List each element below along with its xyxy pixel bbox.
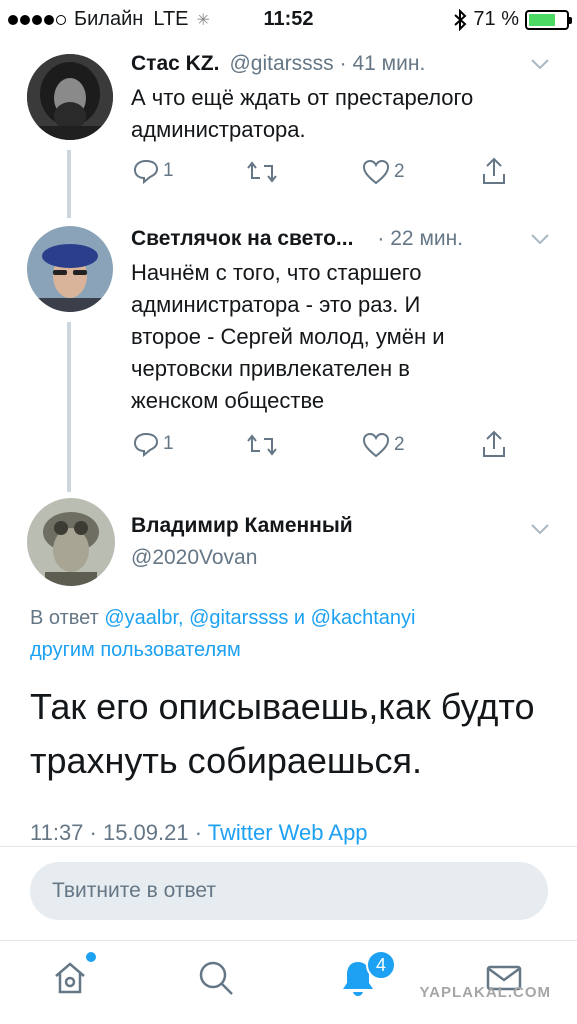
heart-icon <box>362 432 390 458</box>
tweet-timestamp: 11:37 · 15.09.21 · <box>30 820 203 845</box>
like-count: 2 <box>394 161 405 182</box>
thread-connector <box>67 150 71 218</box>
divider <box>0 846 577 847</box>
thread-connector <box>67 322 71 492</box>
tab-bar: 4 <box>0 940 577 1024</box>
tweet-header: Владимир Каменный <box>131 514 353 538</box>
display-name[interactable]: Стас KZ. <box>131 52 219 76</box>
tweet-header: Светлячок на свето... · 22 мин. <box>131 227 463 251</box>
status-right: 71 % <box>453 8 572 31</box>
share-button[interactable] <box>481 156 507 186</box>
heart-icon <box>362 159 390 185</box>
like-button[interactable]: 2 <box>362 159 405 185</box>
avatar[interactable] <box>27 226 113 312</box>
tab-home[interactable] <box>50 952 96 1002</box>
display-name[interactable]: Владимир Каменный <box>131 514 353 538</box>
username[interactable]: @2020Vovan <box>131 546 257 570</box>
tweet-metadata: 11:37 · 15.09.21 · Twitter Web App <box>30 820 368 846</box>
share-button[interactable] <box>481 429 507 459</box>
reply-button[interactable]: 1 <box>133 158 174 184</box>
search-icon <box>199 961 233 995</box>
home-icon <box>55 962 85 994</box>
focused-tweet-text: Так его описываешь,как будто трахнуть со… <box>30 686 535 781</box>
share-icon <box>483 157 505 184</box>
new-content-dot <box>86 952 96 962</box>
reply-icon <box>133 159 159 184</box>
retweet-button[interactable] <box>246 160 278 184</box>
reply-icon <box>133 432 159 457</box>
other-users-link[interactable]: другим пользователям <box>30 639 241 661</box>
battery-percent: 71 % <box>473 8 519 30</box>
chevron-down-icon[interactable] <box>530 57 550 71</box>
avatar[interactable] <box>27 54 113 140</box>
username[interactable]: @gitarssss <box>229 52 333 76</box>
retweet-icon <box>247 161 277 183</box>
mention-link[interactable]: @gitarssss <box>189 607 288 629</box>
replying-to: В ответ @yaalbr, @gitarssss и @kachtanyi… <box>30 607 416 661</box>
reply-count: 1 <box>163 433 174 454</box>
chevron-down-icon[interactable] <box>530 522 550 536</box>
retweet-icon <box>247 434 277 456</box>
tweet-time[interactable]: · 41 мин. <box>340 52 426 76</box>
reply-count: 1 <box>163 160 174 181</box>
status-bar: Билайн LTE ✳ 11:52 71 % <box>0 0 577 38</box>
tweet-handle-row: @2020Vovan <box>131 546 257 570</box>
tab-search[interactable] <box>196 958 240 1002</box>
bluetooth-icon <box>454 8 467 31</box>
avatar[interactable] <box>27 498 115 586</box>
battery-level-fill <box>529 13 555 26</box>
tweet-header: Стас KZ. @gitarssss · 41 мин. <box>131 52 425 76</box>
reply-placeholder: Твитните в ответ <box>52 879 216 902</box>
tab-notifications[interactable]: 4 <box>338 950 396 1002</box>
tweet-time[interactable]: · 22 мин. <box>377 227 463 251</box>
notifications-badge: 4 <box>366 950 396 980</box>
like-button[interactable]: 2 <box>362 432 405 458</box>
battery-icon <box>525 9 572 30</box>
tweet-text: А что ещё ждать от престарелого админист… <box>131 85 474 142</box>
retweet-button[interactable] <box>246 433 278 457</box>
reply-input[interactable]: Твитните в ответ <box>30 862 548 920</box>
like-count: 2 <box>394 434 405 455</box>
source-link[interactable]: Twitter Web App <box>208 820 368 845</box>
tweet-text: Начнём с того, что старшего администрато… <box>131 260 445 413</box>
display-name[interactable]: Светлячок на свето... <box>131 227 353 251</box>
share-icon <box>483 430 505 457</box>
mention-link[interactable]: @kachtanyi <box>311 607 416 629</box>
watermark: YAPLAKAL.COM <box>419 984 551 1001</box>
chevron-down-icon[interactable] <box>530 232 550 246</box>
reply-button[interactable]: 1 <box>133 431 174 457</box>
mention-link[interactable]: @yaalbr, <box>104 607 183 629</box>
